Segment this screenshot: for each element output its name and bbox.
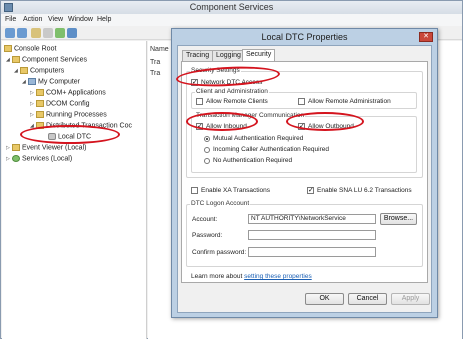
folder-icon <box>36 100 44 107</box>
ok-button[interactable]: OK <box>305 293 344 305</box>
folder-icon[interactable] <box>31 28 41 38</box>
account-label: Account: <box>192 216 218 223</box>
title-bar: Component Services <box>1 1 462 14</box>
allow-inbound-checkbox[interactable] <box>196 122 203 130</box>
tree-pane: Console Root ◢ Component Services ◢ Comput… <box>2 41 147 339</box>
password-field[interactable] <box>248 230 376 240</box>
enable-xa-checkbox[interactable] <box>191 187 198 194</box>
allow-remote-admin-label: Allow Remote Administration <box>308 98 391 105</box>
menu-action[interactable]: Action <box>23 16 42 23</box>
folder-icon <box>4 45 12 52</box>
close-icon[interactable]: ✕ <box>419 32 433 42</box>
network-dtc-access-label: Network DTC Access <box>201 79 263 86</box>
event-viewer-icon <box>12 144 20 151</box>
password-label: Password: <box>192 232 223 239</box>
confirm-password-field[interactable] <box>248 247 376 257</box>
allow-remote-clients-label: Allow Remote Clients <box>206 98 268 105</box>
tree-item-console-root[interactable]: Console Root <box>4 45 56 55</box>
properties-icon[interactable] <box>43 28 53 38</box>
back-icon[interactable] <box>5 28 15 38</box>
logon-account-label: DTC Logon Account <box>190 200 251 207</box>
mutual-auth-label: Mutual Authentication Required <box>213 135 304 142</box>
folder-icon <box>36 122 44 129</box>
forward-icon[interactable] <box>17 28 27 38</box>
learn-more-text: Learn more about setting these propertie… <box>191 273 312 280</box>
enable-sna-label: Enable SNA LU 6.2 Transactions <box>317 187 412 194</box>
no-auth-label: No Authentication Required <box>213 157 293 164</box>
tm-communication-label: Transaction Manager Communication <box>195 112 306 119</box>
menu-bar: File Action View Window Help <box>1 14 462 26</box>
network-dtc-access-checkbox[interactable] <box>191 78 198 86</box>
mutual-auth-radio[interactable] <box>204 136 210 142</box>
help-icon[interactable] <box>67 28 77 38</box>
tab-logging[interactable]: Logging <box>212 50 245 61</box>
apply-button[interactable]: Apply <box>391 293 430 305</box>
dtc-icon <box>48 133 56 140</box>
allow-inbound-label: Allow Inbound <box>206 123 247 130</box>
security-settings-label: Security Settings <box>190 67 241 74</box>
tree-item-computers[interactable]: ◢ Computers <box>14 67 64 77</box>
tree-item-distributed-transaction-coordinator[interactable]: ◢ Distributed Transaction Coc <box>30 122 132 132</box>
folder-icon <box>36 89 44 96</box>
folder-icon <box>12 56 20 63</box>
dialog-title: Local DTC Properties <box>261 32 348 42</box>
no-auth-radio[interactable] <box>204 158 210 164</box>
tree-item-component-services[interactable]: ◢ Component Services <box>6 56 87 66</box>
tree-item-event-viewer[interactable]: ▷ Event Viewer (Local) <box>6 144 86 154</box>
properties-dialog: Local DTC Properties ✕ Tracing Logging S… <box>171 28 438 318</box>
incoming-caller-auth-radio[interactable] <box>204 147 210 153</box>
menu-file[interactable]: File <box>5 16 16 23</box>
list-item[interactable]: Tra <box>150 70 160 77</box>
list-column-name[interactable]: Name <box>150 46 169 53</box>
dialog-body: Tracing Logging Security Security Settin… <box>177 45 432 313</box>
folder-icon <box>36 111 44 118</box>
tree-item-running-processes[interactable]: ▷ Running Processes <box>30 111 107 121</box>
incoming-caller-auth-label: Incoming Caller Authentication Required <box>213 146 329 153</box>
learn-more-link[interactable]: setting these properties <box>244 273 312 280</box>
tree-item-local-dtc[interactable]: Local DTC <box>48 133 91 143</box>
refresh-icon[interactable] <box>55 28 65 38</box>
enable-xa-label: Enable XA Transactions <box>201 187 271 194</box>
cancel-button[interactable]: Cancel <box>348 293 387 305</box>
confirm-password-label: Confirm password: <box>192 249 247 256</box>
tree-item-dcom-config[interactable]: ▷ DCOM Config <box>30 100 90 110</box>
tab-tracing[interactable]: Tracing <box>182 50 214 61</box>
allow-remote-clients-checkbox[interactable] <box>196 98 203 105</box>
security-tab-panel: Security Settings Network DTC Access Cli… <box>181 61 428 283</box>
enable-sna-checkbox[interactable] <box>307 186 314 194</box>
client-admin-label: Client and Administration <box>195 88 269 95</box>
tree-item-com-applications[interactable]: ▷ COM+ Applications <box>30 89 106 99</box>
tree-item-my-computer[interactable]: ◢ My Computer <box>22 78 80 88</box>
allow-remote-admin-checkbox[interactable] <box>298 98 305 105</box>
list-item[interactable]: Tra <box>150 59 160 66</box>
tree-item-services[interactable]: ▷ Services (Local) <box>6 155 72 165</box>
services-icon <box>12 155 20 162</box>
account-field[interactable]: NT AUTHORITY\NetworkService <box>248 214 376 224</box>
menu-view[interactable]: View <box>48 16 63 23</box>
menu-window[interactable]: Window <box>68 16 93 23</box>
allow-outbound-checkbox[interactable] <box>298 122 305 130</box>
menu-help[interactable]: Help <box>97 16 111 23</box>
computer-icon <box>28 78 36 85</box>
window-title: Component Services <box>189 2 274 12</box>
folder-icon <box>20 67 28 74</box>
allow-outbound-label: Allow Outbound <box>308 123 354 130</box>
browse-button[interactable]: Browse... <box>380 213 417 225</box>
